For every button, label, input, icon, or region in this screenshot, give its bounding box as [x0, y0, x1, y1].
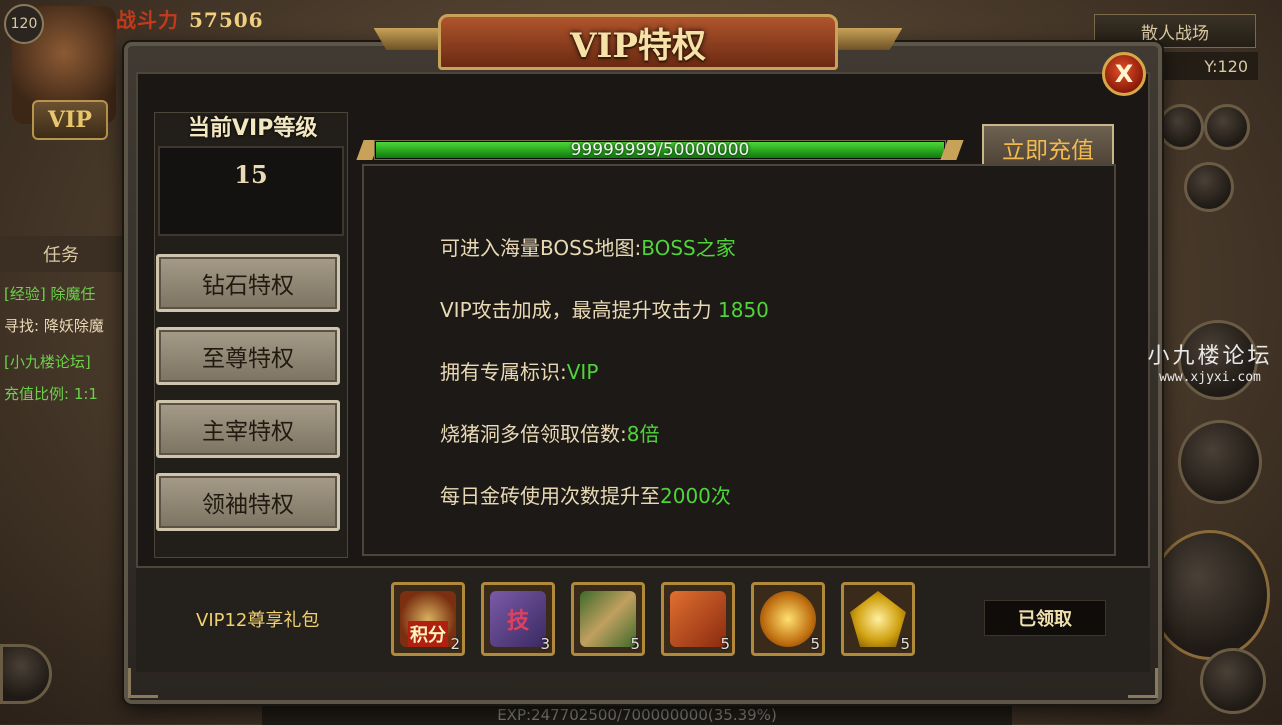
- gold-gem-icon: [850, 591, 906, 647]
- item-count: 5: [630, 635, 640, 653]
- watermark-url: www.xjyxi.com: [1159, 370, 1261, 385]
- task-line-text: 寻找: 降妖除魔: [4, 316, 104, 335]
- combat-power-label: 战斗力: [116, 8, 179, 32]
- skill-button-2[interactable]: [1178, 420, 1262, 504]
- item-overlay-text: 积分: [408, 621, 448, 647]
- task-tab[interactable]: 任务: [0, 236, 122, 272]
- privilege-line: VIP攻击加成，最高提升攻击力 1850: [440, 294, 769, 323]
- item-count: 5: [900, 635, 910, 653]
- close-button[interactable]: X: [1102, 52, 1146, 96]
- coordinate-readout: Y:120: [1158, 52, 1258, 80]
- privilege-highlight: VIP: [566, 360, 599, 384]
- tier-button-leader[interactable]: 领袖特权: [156, 473, 340, 531]
- gift-item[interactable]: 积分 2: [391, 582, 465, 656]
- player-level-badge: 120: [4, 4, 44, 44]
- privilege-highlight: BOSS之家: [641, 236, 736, 260]
- mail-icon[interactable]: [1158, 104, 1204, 150]
- combat-power-value: 57506: [189, 8, 264, 32]
- dialog-title: VIP特权: [438, 14, 838, 70]
- combat-power: 战斗力 57506: [116, 4, 264, 33]
- gold-orb-icon: [760, 591, 816, 647]
- item-count: 5: [810, 635, 820, 653]
- progress-text: 99999999/50000000: [570, 140, 750, 160]
- skill-book-icon: 技: [490, 591, 546, 647]
- current-vip-label: 当前VIP等级: [188, 116, 318, 141]
- task-line[interactable]: [小九楼论坛]: [0, 346, 124, 376]
- tier-button-supreme[interactable]: 至尊特权: [156, 327, 340, 385]
- privilege-text: 可进入海量BOSS地图:: [440, 236, 642, 260]
- refresh-icon[interactable]: [0, 644, 52, 704]
- points-medal-icon: 积分: [400, 591, 456, 647]
- privilege-highlight: 1850: [718, 298, 769, 322]
- gift-item[interactable]: 5: [751, 582, 825, 656]
- corner-ornament-icon: [128, 668, 158, 698]
- claimed-status-button[interactable]: 已领取: [984, 600, 1106, 636]
- watermark-name: 小九楼论坛: [1147, 344, 1273, 369]
- corner-ornament-icon: [1128, 668, 1158, 698]
- privilege-highlight: 8倍: [626, 422, 660, 446]
- item-count: 3: [540, 635, 550, 653]
- exp-bar: EXP:247702500/700000000(35.39%): [262, 704, 1012, 725]
- task-line[interactable]: 充值比例: 1:1: [0, 378, 124, 408]
- item-overlay-text: 技: [506, 609, 529, 634]
- site-watermark: 小九楼论坛 www.xjyxi.com: [1142, 338, 1278, 385]
- crosshair-icon[interactable]: [1200, 648, 1266, 714]
- gift-item[interactable]: 5: [661, 582, 735, 656]
- tier-button-diamond[interactable]: 钻石特权: [156, 254, 340, 312]
- tier-button-sovereign[interactable]: 主宰特权: [156, 400, 340, 458]
- attack-mode-button[interactable]: [1150, 530, 1270, 660]
- gift-item[interactable]: 技 3: [481, 582, 555, 656]
- scroll-pair-icon: [580, 591, 636, 647]
- gift-item[interactable]: 5: [841, 582, 915, 656]
- privilege-text: 每日金砖使用次数提升至: [440, 484, 660, 508]
- privilege-highlight: 2000次: [660, 484, 731, 508]
- item-count: 2: [450, 635, 460, 653]
- privilege-text: VIP攻击加成，最高提升攻击力: [440, 298, 712, 322]
- privilege-line: 拥有专属标识:VIP: [440, 356, 598, 385]
- task-line[interactable]: [经验] 除魔任: [0, 278, 124, 308]
- bag-icon[interactable]: [1184, 162, 1234, 212]
- vip-badge[interactable]: VIP: [32, 100, 108, 140]
- gift-item[interactable]: 5: [571, 582, 645, 656]
- privilege-line: 每日金砖使用次数提升至2000次: [440, 480, 731, 509]
- privilege-text: 拥有专属标识:: [440, 360, 567, 384]
- settings-gear-icon[interactable]: [1204, 104, 1250, 150]
- privilege-text: 烧猪洞多倍领取倍数:: [440, 422, 627, 446]
- current-vip-level: 15: [234, 160, 268, 189]
- dialog-title-text: VIP特权: [570, 25, 706, 66]
- privilege-line: 可进入海量BOSS地图:BOSS之家: [440, 232, 736, 261]
- task-line[interactable]: 寻找: 降妖除魔: [0, 310, 124, 340]
- privilege-line: 烧猪洞多倍领取倍数:8倍: [440, 418, 659, 447]
- vip-progress-bar: 99999999/50000000: [356, 138, 964, 162]
- item-count: 5: [720, 635, 730, 653]
- gift-pack-label: VIP12尊享礼包: [196, 610, 320, 631]
- red-scroll-icon: [670, 591, 726, 647]
